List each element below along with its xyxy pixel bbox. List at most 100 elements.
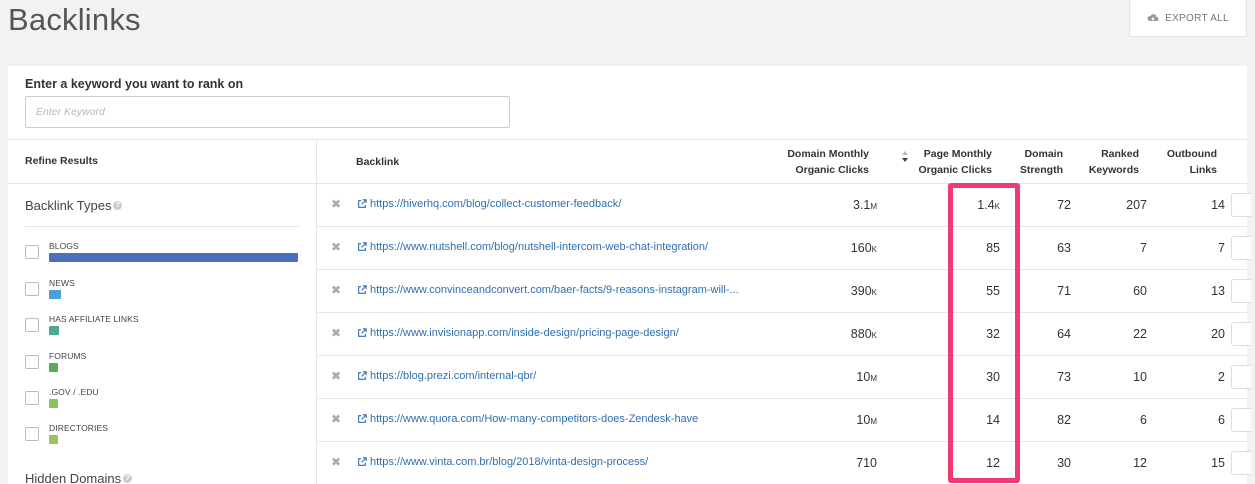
domain-monthly-clicks: 10M: [769, 370, 877, 384]
table-row: ✖ https://www.nutshell.com/blog/nutshell-…: [317, 227, 1251, 270]
backlink-url[interactable]: https://www.convinceandconvert.com/baer-…: [357, 284, 739, 296]
outbound-links: 14: [1211, 198, 1225, 212]
row-action-button[interactable]: [1231, 408, 1251, 432]
filter-label: NEWS: [49, 278, 75, 288]
filter-checkbox[interactable]: [25, 318, 39, 332]
domain-clicks-value: 160: [850, 241, 872, 255]
help-icon[interactable]: ?: [113, 201, 123, 210]
page-clicks-value: 14: [986, 413, 1000, 427]
external-link-icon: [358, 199, 367, 208]
filter-label: FORUMS: [49, 351, 87, 361]
row-action-button[interactable]: [1231, 365, 1251, 389]
table-row: ✖ https://blog.prezi.com/internal-qbr/10M…: [317, 356, 1251, 399]
hidden-domains-label: Hidden Domains: [25, 471, 122, 484]
backlink-url[interactable]: https://hiverhq.com/blog/collect-custome…: [357, 198, 621, 210]
filter-count-bar: [49, 363, 58, 372]
ranked-keywords: 207: [1126, 198, 1147, 212]
column-header-page-monthly-organic-clicks[interactable]: Page Monthly Organic Clicks: [892, 146, 992, 178]
filter-checkbox[interactable]: [25, 391, 39, 405]
filter-checkbox[interactable]: [25, 355, 39, 369]
remove-icon[interactable]: ✖: [331, 283, 341, 297]
backlink-type-filter[interactable]: .GOV / .EDU: [25, 387, 300, 417]
backlink-url-text: https://www.vinta.com.br/blog/2018/vinta…: [370, 456, 649, 468]
page-clicks-unit: K: [994, 202, 1000, 211]
backlink-url[interactable]: https://www.vinta.com.br/blog/2018/vinta…: [357, 456, 648, 468]
external-link-icon: [358, 371, 367, 380]
filter-count-bar: [49, 326, 59, 335]
page-monthly-clicks: 12: [892, 456, 1000, 470]
column-header-backlink[interactable]: Backlink: [356, 154, 399, 170]
column-header-line: Keywords: [1088, 164, 1139, 176]
divider: [25, 226, 299, 227]
backlink-url-text: https://www.nutshell.com/blog/nutshell-i…: [370, 241, 709, 253]
remove-icon[interactable]: ✖: [331, 326, 341, 340]
filter-label: .GOV / .EDU: [49, 387, 99, 397]
backlink-type-filter[interactable]: DIRECTORIES: [25, 423, 300, 453]
help-icon[interactable]: ?: [123, 474, 133, 483]
ranked-keywords: 12: [1133, 456, 1147, 470]
table-row: ✖ https://www.vinta.com.br/blog/2018/vint…: [317, 442, 1251, 484]
row-action-button[interactable]: [1231, 236, 1251, 260]
row-action-button[interactable]: [1231, 322, 1251, 346]
filter-count-bar: [49, 253, 298, 262]
filter-label: BLOGS: [49, 241, 79, 251]
column-header-line: Domain: [1024, 148, 1063, 160]
backlink-url[interactable]: https://blog.prezi.com/internal-qbr/: [357, 370, 536, 382]
row-action-button[interactable]: [1231, 193, 1251, 217]
backlink-type-filter[interactable]: HAS AFFILIATE LINKS: [25, 314, 300, 344]
row-action-button[interactable]: [1231, 279, 1251, 303]
backlink-url[interactable]: https://www.nutshell.com/blog/nutshell-i…: [357, 241, 708, 253]
keyword-input[interactable]: [25, 96, 510, 128]
filter-label: HAS AFFILIATE LINKS: [49, 314, 139, 324]
backlink-types-title: Backlink Types ?: [25, 198, 123, 213]
ranked-keywords: 22: [1133, 327, 1147, 341]
column-header-domain-strength[interactable]: Domain Strength: [1003, 146, 1063, 178]
page-monthly-clicks: 14: [892, 413, 1000, 427]
row-action-button[interactable]: [1231, 451, 1251, 475]
page-clicks-value: 30: [986, 370, 1000, 384]
external-link-icon: [358, 414, 367, 423]
external-link-icon: [358, 242, 367, 251]
backlink-url-text: https://www.convinceandconvert.com/baer-…: [370, 284, 739, 296]
backlink-url[interactable]: https://www.invisionapp.com/inside-desig…: [357, 327, 679, 339]
filter-checkbox[interactable]: [25, 282, 39, 296]
table-row: ✖ https://www.invisionapp.com/inside-desi…: [317, 313, 1251, 356]
remove-icon[interactable]: ✖: [331, 369, 341, 383]
remove-icon[interactable]: ✖: [331, 412, 341, 426]
backlink-url[interactable]: https://www.quora.com/How-many-competito…: [357, 413, 698, 425]
page-monthly-clicks: 1.4K: [892, 198, 1000, 212]
domain-strength: 82: [1057, 413, 1071, 427]
ranked-keywords: 60: [1133, 284, 1147, 298]
domain-monthly-clicks: 880K: [769, 327, 877, 341]
domain-clicks-unit: K: [871, 288, 877, 297]
column-header-domain-monthly-organic-clicks[interactable]: Domain Monthly Organic Clicks: [769, 146, 869, 178]
page-clicks-value: 85: [986, 241, 1000, 255]
remove-icon[interactable]: ✖: [331, 240, 341, 254]
filter-checkbox[interactable]: [25, 427, 39, 441]
column-header-ranked-keywords[interactable]: Ranked Keywords: [1071, 146, 1139, 178]
page-monthly-clicks: 32: [892, 327, 1000, 341]
domain-clicks-value: 880: [850, 327, 872, 341]
export-all-button[interactable]: EXPORT ALL: [1129, 0, 1247, 37]
backlinks-panel: Enter a keyword you want to rank on Refi…: [8, 66, 1251, 484]
filter-label: DIRECTORIES: [49, 423, 109, 433]
ranked-keywords: 6: [1140, 413, 1147, 427]
filter-count-bar: [49, 435, 58, 444]
filter-checkbox[interactable]: [25, 245, 39, 259]
column-header-outbound-links[interactable]: Outbound Links: [1147, 146, 1217, 178]
domain-clicks-unit: M: [870, 417, 877, 426]
remove-icon[interactable]: ✖: [331, 197, 341, 211]
backlink-type-filter[interactable]: NEWS: [25, 278, 300, 308]
backlink-type-filter[interactable]: BLOGS: [25, 241, 300, 271]
outbound-links: 15: [1211, 456, 1225, 470]
page-clicks-value: 32: [986, 327, 1000, 341]
column-header-line: Links: [1189, 164, 1217, 176]
page-clicks-value: 55: [986, 284, 1000, 298]
table-row: ✖ https://www.quora.com/How-many-competit…: [317, 399, 1251, 442]
domain-clicks-unit: M: [870, 374, 877, 383]
remove-icon[interactable]: ✖: [331, 455, 341, 469]
ranked-keywords: 10: [1133, 370, 1147, 384]
domain-monthly-clicks: 3.1M: [769, 198, 877, 212]
domain-clicks-value: 390: [850, 284, 872, 298]
backlink-type-filter[interactable]: FORUMS: [25, 351, 300, 381]
